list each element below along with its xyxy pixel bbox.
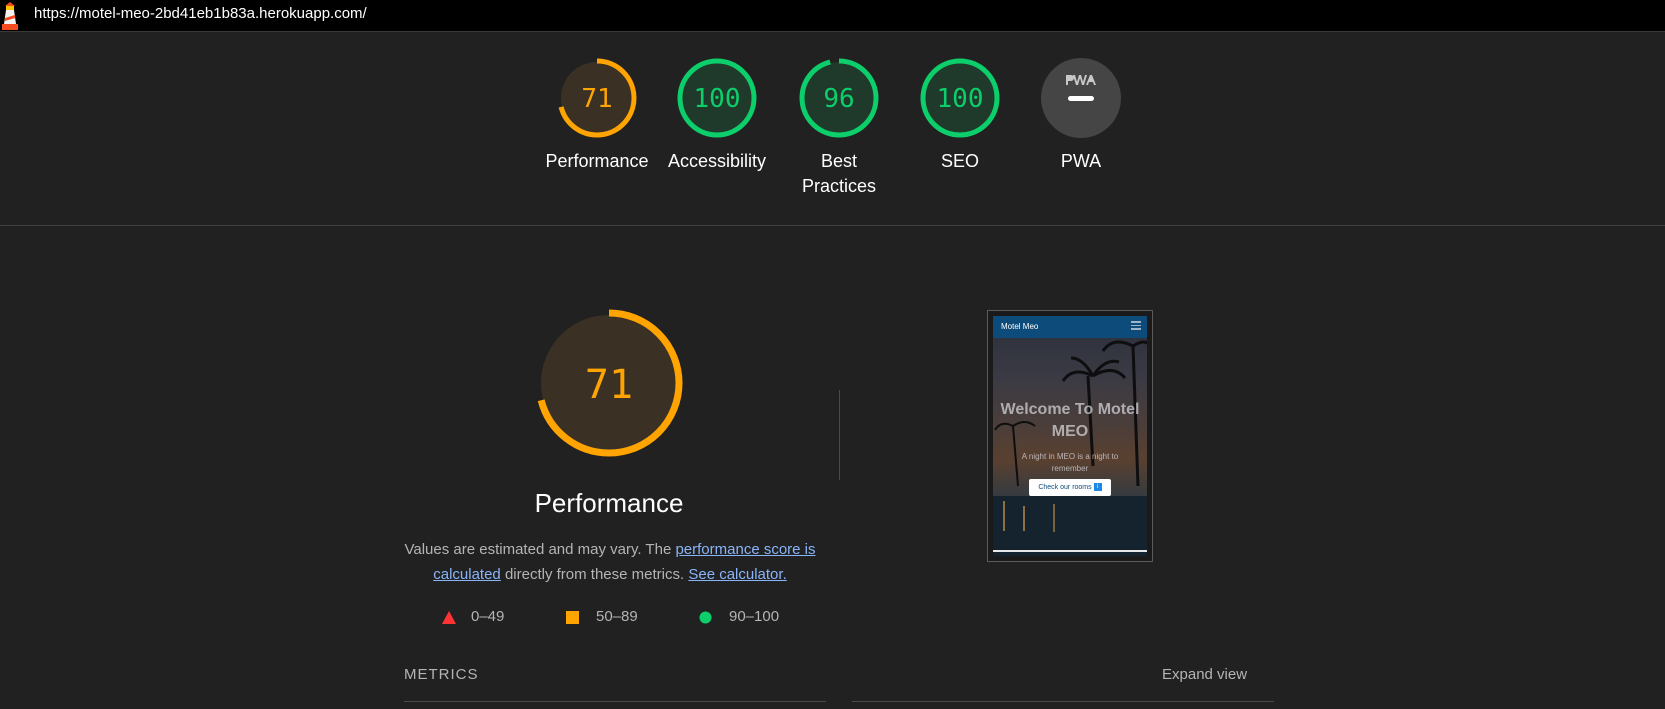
gauge-score: 71 [581,84,612,114]
circle-icon [699,611,712,624]
desc-prefix: Values are estimated and may vary. The [404,541,676,558]
gauge-best-practices[interactable]: 96 Best Practices [784,55,894,199]
screenshot-bottom-bar [993,550,1147,552]
metrics-divider-left [404,701,826,702]
gauge-pwa[interactable]: PWA [1026,55,1136,174]
screenshot-image: Motel Meo Welcome To Motel MEO A night i… [993,316,1147,556]
screenshot-cta-button: Check our rooms i [1029,479,1111,496]
legend-item-pass: 90–100 [699,608,779,625]
screenshot-heading: Welcome To Motel MEO [1000,401,1140,440]
gauge-label: PWA [1060,151,1102,171]
gauge-label: Performance [545,151,649,171]
square-icon [566,611,579,624]
performance-score: 71 [585,362,633,408]
triangle-icon [442,611,456,624]
gauge-ring: 100 [920,58,1000,138]
gauge-accessibility[interactable]: 100 Accessibility [662,55,772,174]
legend-range: 90–100 [729,608,780,625]
hamburger-icon [1131,321,1141,330]
legend-item-average: 50–89 [566,608,638,625]
score-gauges: 71 Performance 100 Accessibility 96 Best… [0,33,1665,226]
gauge-score: 100 [937,84,984,114]
screenshot-button-label: Check our rooms [1038,484,1092,491]
see-calculator-link[interactable]: See calculator. [688,566,786,583]
gauge-ring: 96 [799,58,879,138]
gauge-seo[interactable]: 100 SEO [905,55,1015,174]
gauge-ring: 100 [677,58,757,138]
info-icon: i [1093,483,1102,492]
legend-item-fail: 0–49 [442,608,504,625]
lighthouse-logo-icon [2,2,18,30]
gauge-performance[interactable]: 71 Performance [542,55,652,174]
gauge-score: 96 [823,84,854,114]
gauge-label: Accessibility [667,151,767,171]
screenshot-subheading: A night in MEO is a night to remember [1021,452,1119,473]
gauge-score: 100 [694,84,741,114]
legend-range: 0–49 [471,608,505,625]
metrics-divider-right [852,701,1274,702]
metrics-heading: METRICS [404,666,479,683]
legend-range: 50–89 [596,608,638,625]
performance-description: Values are estimated and may vary. The p… [400,537,820,587]
expand-view-toggle[interactable]: Expand view [1162,666,1247,683]
page-url[interactable]: https://motel-meo-2bd41eb1b83a.herokuapp… [34,5,367,22]
vertical-divider [839,390,840,480]
performance-gauge: 71 [535,309,683,457]
gauge-ring: 71 [557,58,637,138]
performance-title: Performance [534,488,684,518]
gauge-label: SEO [940,151,979,171]
gauge-label: Best Practices [801,151,877,196]
address-bar: https://motel-meo-2bd41eb1b83a.herokuapp… [0,0,1665,32]
screenshot-navbar: Motel Meo [993,316,1147,338]
pwa-icon [1041,58,1121,138]
screenshot-brand: Motel Meo [1001,322,1039,331]
final-screenshot[interactable]: Motel Meo Welcome To Motel MEO A night i… [987,310,1153,562]
desc-middle: directly from these metrics. [500,566,685,583]
